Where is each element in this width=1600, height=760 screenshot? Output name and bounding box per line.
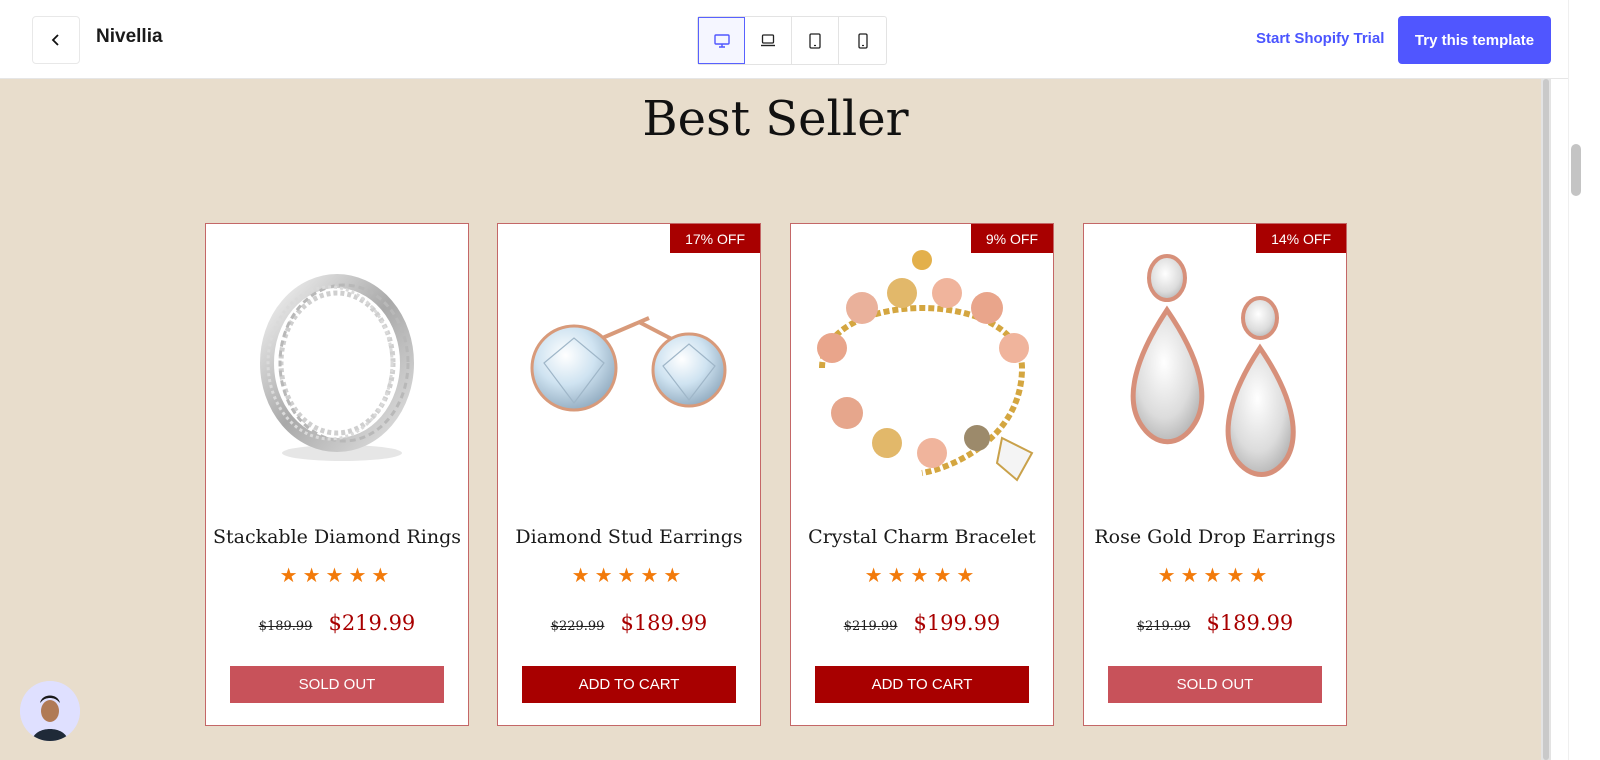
desktop-view-button[interactable] xyxy=(698,17,745,64)
price-row: $189.99 $219.99 xyxy=(206,611,468,635)
star-rating: ★★★★★ xyxy=(571,565,687,587)
star-rating: ★★★★★ xyxy=(279,565,395,587)
sold-out-button[interactable]: SOLD OUT xyxy=(230,666,444,703)
product-name[interactable]: Diamond Stud Earrings xyxy=(498,526,760,548)
compare-at-price: $219.99 xyxy=(1136,619,1191,634)
sold-out-button[interactable]: SOLD OUT xyxy=(1108,666,1322,703)
sale-price: $199.99 xyxy=(913,611,1001,635)
price-row: $219.99 $189.99 xyxy=(1084,611,1346,635)
compare-at-price: $219.99 xyxy=(843,619,898,634)
top-bar: Nivellia Start Shopify Trial Try this te… xyxy=(0,0,1585,79)
sale-price: $219.99 xyxy=(328,611,416,635)
start-trial-link[interactable]: Start Shopify Trial xyxy=(1256,30,1384,47)
product-name[interactable]: Rose Gold Drop Earrings xyxy=(1084,526,1346,548)
stud-earrings-image[interactable] xyxy=(508,234,750,502)
product-card[interactable]: 9% OFF Crystal Charm Bracelet ★★★★★ $219 xyxy=(790,223,1054,726)
sale-price: $189.99 xyxy=(1206,611,1294,635)
scrollbar-thumb[interactable] xyxy=(1571,144,1581,196)
ring-image[interactable] xyxy=(216,234,458,502)
add-to-cart-button[interactable]: ADD TO CART xyxy=(815,666,1029,703)
laptop-icon xyxy=(761,34,775,47)
compare-at-price: $229.99 xyxy=(550,619,605,634)
product-card[interactable]: Stackable Diamond Rings ★★★★★ $189.99 $2… xyxy=(205,223,469,726)
price-row: $229.99 $189.99 xyxy=(498,611,760,635)
mobile-icon xyxy=(857,32,868,49)
desktop-icon xyxy=(713,33,730,48)
star-rating: ★★★★★ xyxy=(1157,565,1273,587)
brand-title: Nivellia xyxy=(96,26,163,47)
product-card[interactable]: 17% OFF Diamond Stud Earrings ★★★★★ $229… xyxy=(497,223,761,726)
product-name[interactable]: Stackable Diamond Rings xyxy=(206,526,468,548)
template-preview[interactable]: Best Seller Stackable Diamond Rings ★★★★… xyxy=(0,79,1551,760)
sale-price: $189.99 xyxy=(620,611,708,635)
add-to-cart-button[interactable]: ADD TO CART xyxy=(522,666,736,703)
chat-avatar[interactable] xyxy=(20,681,80,741)
price-row: $219.99 $199.99 xyxy=(791,611,1053,635)
back-button[interactable] xyxy=(32,16,80,64)
preview-scrollbar[interactable] xyxy=(1541,79,1551,760)
product-name[interactable]: Crystal Charm Bracelet xyxy=(791,526,1053,548)
drop-earrings-image[interactable] xyxy=(1094,234,1336,502)
laptop-view-button[interactable] xyxy=(745,17,792,64)
compare-at-price: $189.99 xyxy=(258,619,313,634)
bracelet-image[interactable] xyxy=(801,234,1043,502)
section-title: Best Seller xyxy=(642,91,909,147)
chevron-left-icon xyxy=(51,34,59,46)
tablet-view-button[interactable] xyxy=(792,17,839,64)
try-template-button[interactable]: Try this template xyxy=(1398,16,1551,64)
mobile-view-button[interactable] xyxy=(839,17,886,64)
tablet-icon xyxy=(809,32,821,49)
page-scrollbar[interactable] xyxy=(1568,0,1600,760)
product-card[interactable]: 14% OFF Rose Gold Drop Earrings ★★★★★ $2… xyxy=(1083,223,1347,726)
device-switcher xyxy=(697,16,887,65)
star-rating: ★★★★★ xyxy=(864,565,980,587)
